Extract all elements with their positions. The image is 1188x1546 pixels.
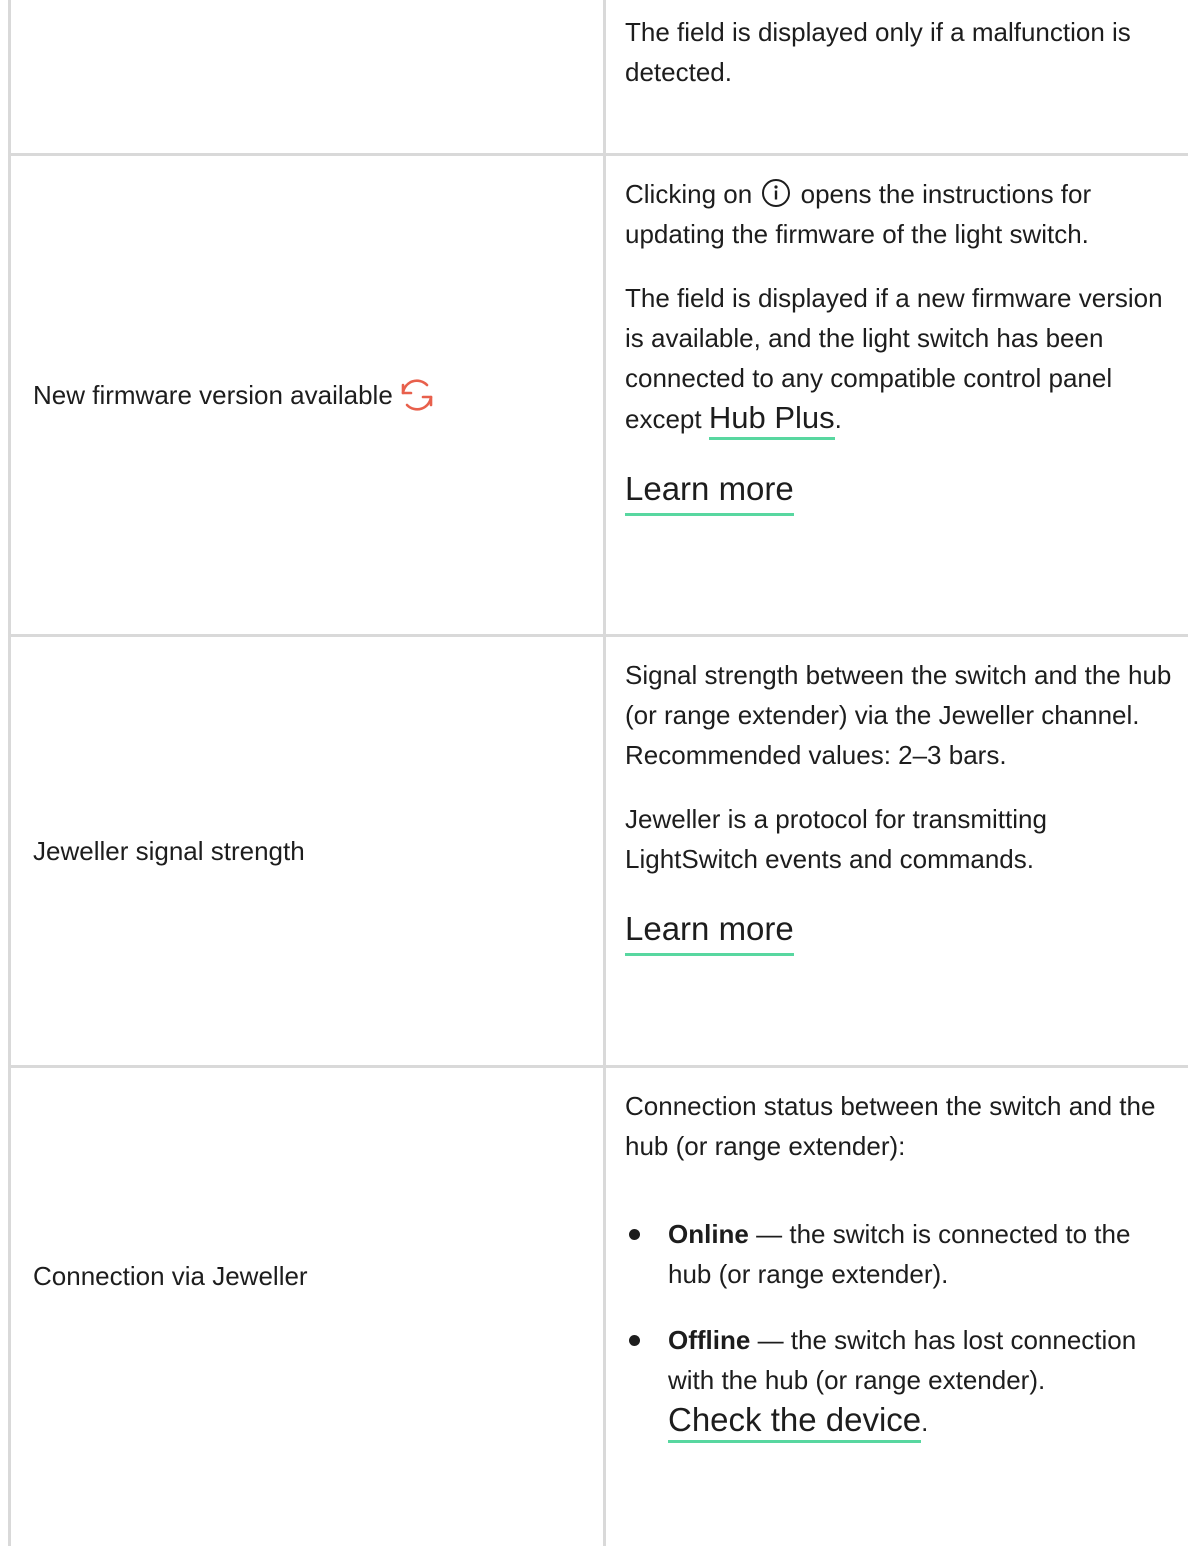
text-fragment: The field is displayed if a new firmware…: [625, 283, 1163, 434]
signal-strength-description: Signal strength between the switch and t…: [625, 660, 1172, 770]
row-label: Connection via Jeweller: [33, 1261, 308, 1291]
table-row-signal-strength: Jeweller signal strength Signal strength…: [0, 637, 1188, 1065]
text-fragment: .: [834, 404, 842, 434]
row-label: New firmware version available: [33, 156, 593, 634]
jeweller-protocol-description: Jeweller is a protocol for transmitting …: [625, 804, 1047, 874]
connection-status-description: Connection status between the switch and…: [625, 1091, 1156, 1161]
status-term: Offline: [668, 1325, 751, 1355]
table-row-connection: Connection via Jeweller Connection statu…: [0, 1068, 1188, 1546]
check-device-link[interactable]: Check the device: [668, 1401, 922, 1443]
row-description: The field is displayed only if a malfunc…: [625, 12, 1177, 92]
row-description: Signal strength between the switch and t…: [625, 655, 1177, 956]
info-icon: [762, 179, 791, 207]
row-description: Clicking on opens the instructions for u…: [625, 174, 1177, 516]
text-fragment: .: [921, 1407, 929, 1437]
list-item-online: Online — the switch is connected to the …: [625, 1214, 1177, 1294]
hub-plus-link[interactable]: Hub Plus: [708, 400, 835, 440]
firmware-availability-note: The field is displayed if a new firmware…: [625, 278, 1177, 440]
row-label: Jeweller signal strength: [33, 836, 305, 866]
device-states-table: The field is displayed only if a malfunc…: [0, 0, 1188, 1546]
text-fragment: Clicking on: [625, 179, 753, 209]
row-description: Connection status between the switch and…: [625, 1086, 1177, 1443]
malfunction-note: The field is displayed only if a malfunc…: [625, 17, 1131, 87]
list-item-offline: Offline — the switch has lost connection…: [625, 1320, 1177, 1443]
table-row: The field is displayed only if a malfunc…: [0, 0, 1188, 153]
connection-status-list: Online — the switch is connected to the …: [625, 1214, 1177, 1443]
learn-more-firmware-link[interactable]: Learn more: [625, 469, 794, 516]
table-row-firmware: New firmware version available Clicking …: [0, 156, 1188, 634]
firmware-instructions: Clicking on opens the instructions for u…: [625, 174, 1177, 254]
sync-arrows-icon: [401, 379, 433, 411]
learn-more-jeweller-link[interactable]: Learn more: [625, 909, 794, 956]
status-term: Online: [668, 1219, 749, 1249]
row-label: [33, 0, 593, 153]
firmware-label: New firmware version available: [33, 380, 393, 410]
